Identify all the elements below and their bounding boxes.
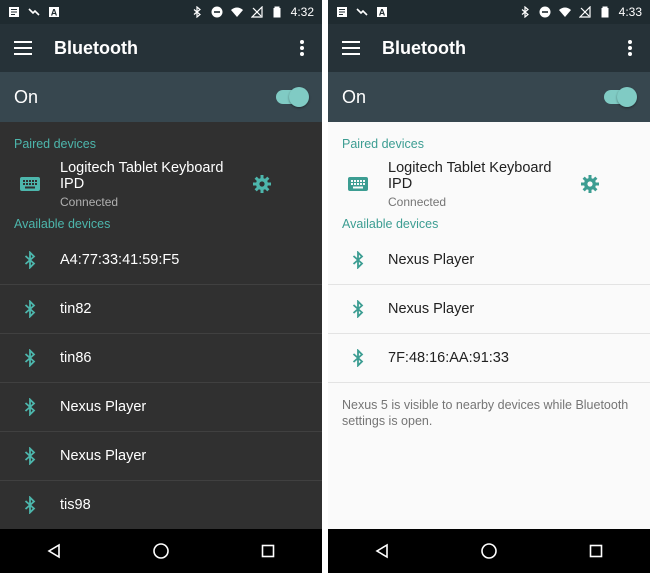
more-options-icon[interactable] <box>628 40 632 56</box>
bluetooth-master-switch-row[interactable]: On <box>328 72 650 122</box>
signal-off-icon <box>578 6 591 18</box>
back-icon[interactable] <box>34 536 74 566</box>
battery-icon <box>273 6 281 18</box>
bluetooth-toggle[interactable] <box>276 87 309 107</box>
available-device-item[interactable]: 7F:48:16:AA:91:33 <box>328 334 650 383</box>
wifi-icon <box>230 7 243 17</box>
trend-icon <box>28 8 40 16</box>
menu-icon[interactable] <box>14 41 34 55</box>
battery-icon <box>601 6 609 18</box>
bluetooth-status-icon <box>521 6 529 18</box>
master-switch-label: On <box>14 86 39 107</box>
svg-text:A: A <box>379 8 386 18</box>
available-device-item[interactable]: A4:77:33:41:59:F5 <box>0 236 322 285</box>
available-devices-header: Available devices <box>342 217 439 231</box>
bluetooth-icon <box>24 496 36 514</box>
bluetooth-icon <box>24 251 36 269</box>
available-device-item[interactable]: tis98 <box>0 481 322 530</box>
app-a-icon: A <box>49 7 59 18</box>
available-devices-list: A4:77:33:41:59:F5 tin82 tin86 Nexus Play… <box>0 236 322 530</box>
available-devices-list: Nexus Player Nexus Player 7F:48:16:AA:91… <box>328 236 650 383</box>
master-switch-label: On <box>342 86 367 107</box>
keyboard-icon <box>20 177 40 191</box>
status-bar: A 4:32 <box>0 0 322 24</box>
notes-icon <box>337 7 347 17</box>
navigation-bar <box>0 529 322 573</box>
bluetooth-icon <box>352 251 364 269</box>
paired-devices-header: Paired devices <box>342 137 424 151</box>
status-bar: A 4:33 <box>328 0 650 24</box>
page-title: Bluetooth <box>54 37 138 58</box>
bluetooth-status-icon <box>193 6 201 18</box>
available-device-name: Nexus Player <box>388 301 475 317</box>
available-device-item[interactable]: tin86 <box>0 334 322 383</box>
available-device-name: 7F:48:16:AA:91:33 <box>388 350 509 366</box>
back-icon[interactable] <box>362 536 402 566</box>
device-settings-gear-icon[interactable] <box>570 174 610 194</box>
paired-device-name: Logitech Tablet Keyboard IPD <box>388 159 552 192</box>
available-device-name: Nexus Player <box>60 448 147 464</box>
available-device-item[interactable]: tin82 <box>0 285 322 334</box>
bluetooth-icon <box>24 447 36 465</box>
screen-light: A 4:33 Bluetooth On Paired devices Logit… <box>328 0 650 573</box>
bluetooth-toggle[interactable] <box>604 87 637 107</box>
home-icon[interactable] <box>141 536 181 566</box>
bluetooth-icon <box>24 398 36 416</box>
page-title: Bluetooth <box>382 37 466 58</box>
more-options-icon[interactable] <box>300 40 304 56</box>
navigation-bar <box>328 529 650 573</box>
available-device-item[interactable]: Nexus Player <box>328 236 650 285</box>
available-device-name: tis98 <box>60 497 91 513</box>
visibility-note: Nexus 5 is visible to nearby devices whi… <box>342 398 629 428</box>
bluetooth-icon <box>352 349 364 367</box>
app-a-icon: A <box>377 7 387 18</box>
bluetooth-master-switch-row[interactable]: On <box>0 72 322 122</box>
toolbar: Bluetooth <box>328 24 650 72</box>
available-device-name: Nexus Player <box>388 252 475 268</box>
paired-devices-header: Paired devices <box>14 137 96 151</box>
available-device-name: tin82 <box>60 301 92 317</box>
trend-icon <box>356 8 368 16</box>
wifi-icon <box>558 7 571 17</box>
available-device-item[interactable]: Nexus Player <box>0 432 322 481</box>
toolbar: Bluetooth <box>0 24 322 72</box>
status-time: 4:32 <box>290 5 314 19</box>
keyboard-icon <box>348 177 368 191</box>
bluetooth-icon <box>352 300 364 318</box>
paired-device-status: Connected <box>60 194 119 209</box>
svg-text:A: A <box>51 8 58 18</box>
available-device-item[interactable]: Nexus Player <box>0 383 322 432</box>
screen-dark: A 4:32 Bluetooth On Paired devices Logit… <box>0 0 322 573</box>
available-device-name: tin86 <box>60 350 92 366</box>
do-not-disturb-icon <box>539 6 551 18</box>
recents-icon[interactable] <box>248 536 288 566</box>
available-devices-header: Available devices <box>14 217 111 231</box>
signal-off-icon <box>250 6 263 18</box>
paired-device-name: Logitech Tablet Keyboard IPD <box>60 159 224 192</box>
paired-device-status: Connected <box>388 194 447 209</box>
paired-device-item[interactable]: Logitech Tablet Keyboard IPD Connected <box>0 156 322 212</box>
available-device-name: A4:77:33:41:59:F5 <box>60 252 180 268</box>
menu-icon[interactable] <box>342 41 362 55</box>
status-time: 4:33 <box>618 5 642 19</box>
available-device-name: Nexus Player <box>60 399 147 415</box>
home-icon[interactable] <box>469 536 509 566</box>
bluetooth-icon <box>24 349 36 367</box>
bluetooth-icon <box>24 300 36 318</box>
device-settings-gear-icon[interactable] <box>242 174 282 194</box>
recents-icon[interactable] <box>576 536 616 566</box>
do-not-disturb-icon <box>211 6 223 18</box>
notes-icon <box>9 7 19 17</box>
available-device-item[interactable]: Nexus Player <box>328 285 650 334</box>
paired-device-item[interactable]: Logitech Tablet Keyboard IPD Connected <box>328 156 650 212</box>
